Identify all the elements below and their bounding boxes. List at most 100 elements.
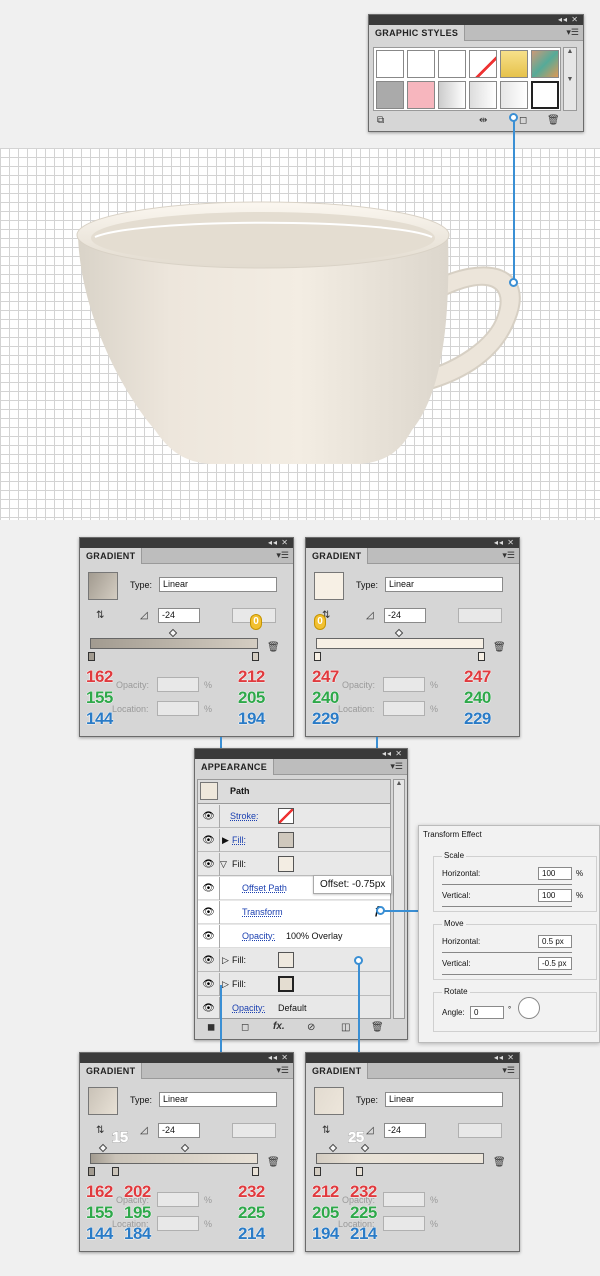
panel-menu-icon[interactable]: ▾☰	[502, 550, 515, 561]
panel-menu-icon[interactable]: ▾☰	[502, 1065, 515, 1076]
angle-field[interactable]: -24	[384, 1123, 426, 1138]
tab-gradient[interactable]: GRADIENT	[80, 1063, 143, 1079]
type-select[interactable]: Linear	[159, 1092, 277, 1107]
move-horizontal-field[interactable]: 0.5 px	[538, 935, 572, 948]
gradient-slider[interactable]	[90, 1153, 258, 1164]
angle-field[interactable]: -24	[384, 608, 426, 623]
panel-controls[interactable]: ◂◂ ✕	[306, 538, 519, 548]
panel-menu-icon[interactable]: ▾☰	[566, 27, 579, 38]
location-field[interactable]	[157, 701, 199, 716]
stroke-none-swatch[interactable]	[278, 808, 294, 824]
type-select[interactable]: Linear	[385, 577, 503, 592]
opacity-field[interactable]	[157, 677, 199, 692]
fill-label[interactable]: Fill:	[232, 955, 246, 965]
collapse-icon[interactable]: ▽	[220, 859, 227, 870]
fill-label[interactable]: Fill:	[232, 979, 246, 989]
panel-controls[interactable]: ◂◂ ✕	[195, 749, 407, 759]
visibility-eye-icon[interactable]: 👁	[198, 925, 220, 948]
style-swatch[interactable]	[438, 81, 466, 109]
fill-swatch[interactable]	[278, 856, 294, 872]
gradient-preview[interactable]	[88, 572, 118, 600]
angle-field[interactable]: -24	[158, 1123, 200, 1138]
visibility-eye-icon[interactable]: 👁	[198, 853, 220, 876]
aspect-field[interactable]	[458, 608, 502, 623]
move-vertical-slider[interactable]	[442, 974, 572, 975]
styles-scrollbar[interactable]: ▲ ▼	[563, 47, 577, 111]
opacity-field[interactable]	[383, 677, 425, 692]
gradient-slider[interactable]	[90, 638, 258, 649]
midpoint-diamond[interactable]	[168, 628, 178, 638]
style-swatch[interactable]	[531, 81, 559, 109]
fill-swatch[interactable]	[278, 952, 294, 968]
angle-dial[interactable]	[518, 997, 540, 1019]
color-stop[interactable]	[252, 652, 259, 661]
appearance-row-transform[interactable]: 👁 Transform ƒ	[198, 901, 390, 924]
aspect-field[interactable]	[458, 1123, 502, 1138]
color-stop[interactable]	[88, 1167, 95, 1176]
color-stop[interactable]	[112, 1167, 119, 1176]
new-style-icon[interactable]: ◻	[519, 115, 527, 126]
style-swatch[interactable]	[376, 50, 404, 78]
fill-label[interactable]: Fill:	[232, 859, 246, 869]
type-select[interactable]: Linear	[385, 1092, 503, 1107]
move-horizontal-slider[interactable]	[442, 952, 572, 953]
stroke-label[interactable]: Stroke:	[230, 811, 259, 821]
gradient-preview[interactable]	[314, 1087, 344, 1115]
expand-icon[interactable]: ▷	[222, 955, 229, 966]
midpoint-diamond[interactable]	[394, 628, 404, 638]
panel-menu-icon[interactable]: ▾☰	[276, 1065, 289, 1076]
fill-label[interactable]: Fill:	[232, 835, 246, 845]
transform-link[interactable]: Transform	[242, 907, 283, 917]
panel-menu-icon[interactable]: ▾☰	[390, 761, 403, 772]
color-stop[interactable]	[478, 652, 485, 661]
type-select[interactable]: Linear	[159, 577, 277, 592]
style-swatch[interactable]	[469, 50, 497, 78]
reverse-gradient-icon[interactable]: ⇅	[96, 1125, 104, 1136]
style-swatch[interactable]	[469, 81, 497, 109]
opacity-link[interactable]: Opacity:	[242, 931, 275, 941]
appearance-row-fill[interactable]: 👁 ▷ Fill:	[198, 973, 390, 996]
tab-graphic-styles[interactable]: GRAPHIC STYLES	[369, 25, 466, 41]
delete-stop-icon[interactable]: 🗑	[493, 1157, 506, 1168]
visibility-eye-icon[interactable]: 👁	[198, 829, 220, 852]
scale-vertical-slider[interactable]	[442, 906, 572, 907]
visibility-eye-icon[interactable]: 👁	[198, 877, 220, 900]
tab-gradient[interactable]: GRADIENT	[306, 1063, 369, 1079]
visibility-eye-icon[interactable]: 👁	[198, 997, 220, 1018]
expand-icon[interactable]: ▷	[222, 979, 229, 990]
panel-controls[interactable]: ◂◂ ✕	[369, 15, 583, 25]
tab-gradient[interactable]: GRADIENT	[306, 548, 369, 564]
offset-path-link[interactable]: Offset Path	[242, 883, 287, 893]
gradient-slider[interactable]	[316, 1153, 484, 1164]
angle-field[interactable]: 0	[470, 1006, 504, 1019]
visibility-eye-icon[interactable]: 👁	[198, 973, 220, 996]
panel-controls[interactable]: ◂◂ ✕	[306, 1053, 519, 1063]
reverse-gradient-icon[interactable]: ⇅	[322, 1125, 330, 1136]
visibility-eye-icon[interactable]: 👁	[198, 805, 220, 828]
appearance-row-fill[interactable]: 👁 ▶ Fill:	[198, 829, 390, 852]
scale-horizontal-slider[interactable]	[442, 884, 572, 885]
break-link-icon[interactable]: ⇹	[479, 115, 487, 126]
color-stop[interactable]	[356, 1167, 363, 1176]
aspect-field[interactable]	[232, 1123, 276, 1138]
fill-swatch[interactable]	[278, 832, 294, 848]
gradient-preview[interactable]	[88, 1087, 118, 1115]
style-swatch[interactable]	[376, 81, 404, 109]
midpoint-diamond[interactable]	[360, 1143, 370, 1153]
style-swatch[interactable]	[500, 50, 528, 78]
color-stop[interactable]	[314, 1167, 321, 1176]
appearance-row-opacity-default[interactable]: 👁 Opacity: Default	[198, 997, 390, 1018]
fx-menu-icon[interactable]: fx.	[273, 1021, 285, 1032]
opacity-link[interactable]: Opacity:	[232, 1003, 265, 1013]
visibility-eye-icon[interactable]: 👁	[198, 901, 220, 924]
new-art-icon[interactable]: ◻	[241, 1022, 249, 1033]
style-swatch[interactable]	[407, 50, 435, 78]
appearance-row-opacity[interactable]: 👁 Opacity: 100% Overlay	[198, 925, 390, 948]
delete-stop-icon[interactable]: 🗑	[267, 642, 280, 653]
library-icon[interactable]: ⧉	[377, 115, 384, 126]
reverse-gradient-icon[interactable]: ⇅	[96, 610, 104, 621]
angle-field[interactable]: -24	[158, 608, 200, 623]
color-stop[interactable]	[88, 652, 95, 661]
appearance-row-fill[interactable]: 👁 ▽ Fill:	[198, 853, 390, 876]
style-swatch[interactable]	[407, 81, 435, 109]
